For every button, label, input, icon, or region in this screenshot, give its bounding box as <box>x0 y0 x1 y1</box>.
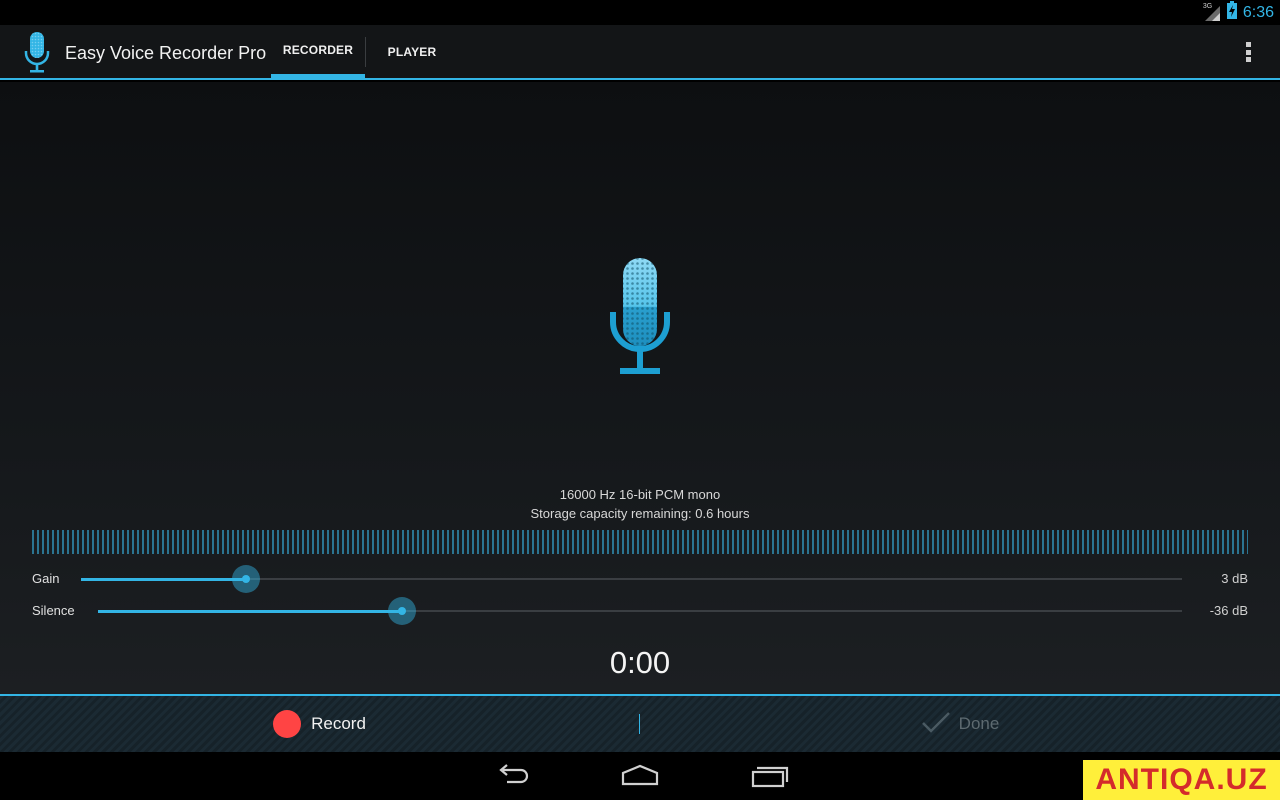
overflow-menu-icon[interactable] <box>1236 39 1260 65</box>
tab-recorder[interactable]: RECORDER <box>271 25 365 78</box>
status-bar: 3G 6:36 <box>0 0 1280 25</box>
gain-slider-fill <box>81 577 247 581</box>
done-label: Done <box>958 714 1000 733</box>
gain-slider[interactable] <box>81 565 1182 593</box>
battery-icon <box>1226 1 1237 24</box>
microphone-icon[interactable] <box>22 29 52 77</box>
recorder-panel: 16000 Hz 16-bit PCM mono Storage capacit… <box>0 82 1280 694</box>
gain-value: 3 dB <box>1221 571 1248 586</box>
storage-capacity-label: Storage capacity remaining: 0.6 hours <box>530 506 750 521</box>
clock: 6:36 <box>1242 3 1274 21</box>
bottom-action-bar: Record Done <box>0 694 1280 752</box>
record-label: Record <box>311 714 366 733</box>
back-icon[interactable] <box>493 762 533 790</box>
level-meter <box>32 530 1248 554</box>
home-icon[interactable] <box>620 762 660 790</box>
checkmark-icon <box>921 710 951 739</box>
signal-icon: 3G <box>1202 2 1221 22</box>
record-button[interactable]: Record <box>0 696 639 752</box>
action-bar: Easy Voice Recorder Pro RECORDER PLAYER <box>0 25 1280 80</box>
silence-label: Silence <box>32 603 75 618</box>
gain-row: Gain 3 dB <box>0 563 1280 595</box>
done-button[interactable]: Done <box>640 696 1280 752</box>
tab-player[interactable]: PLAYER <box>366 25 458 78</box>
audio-format-label: 16000 Hz 16-bit PCM mono <box>559 487 721 502</box>
silence-slider-thumb[interactable] <box>387 597 416 625</box>
silence-row: Silence -36 dB <box>0 595 1280 627</box>
record-microphone-icon <box>605 256 675 378</box>
network-type: 3G <box>1202 2 1213 10</box>
watermark-logo: ANTIQA.UZ <box>1083 760 1280 800</box>
app-title: Easy Voice Recorder Pro <box>65 43 267 63</box>
silence-value: -36 dB <box>1209 603 1248 618</box>
gain-label: Gain <box>32 571 60 586</box>
recents-icon[interactable] <box>749 762 789 790</box>
silence-slider[interactable] <box>98 597 1182 625</box>
record-dot-icon <box>273 710 302 738</box>
silence-slider-fill <box>98 609 402 613</box>
gain-slider-thumb[interactable] <box>232 565 261 593</box>
recording-timer: 0:00 <box>609 645 671 680</box>
